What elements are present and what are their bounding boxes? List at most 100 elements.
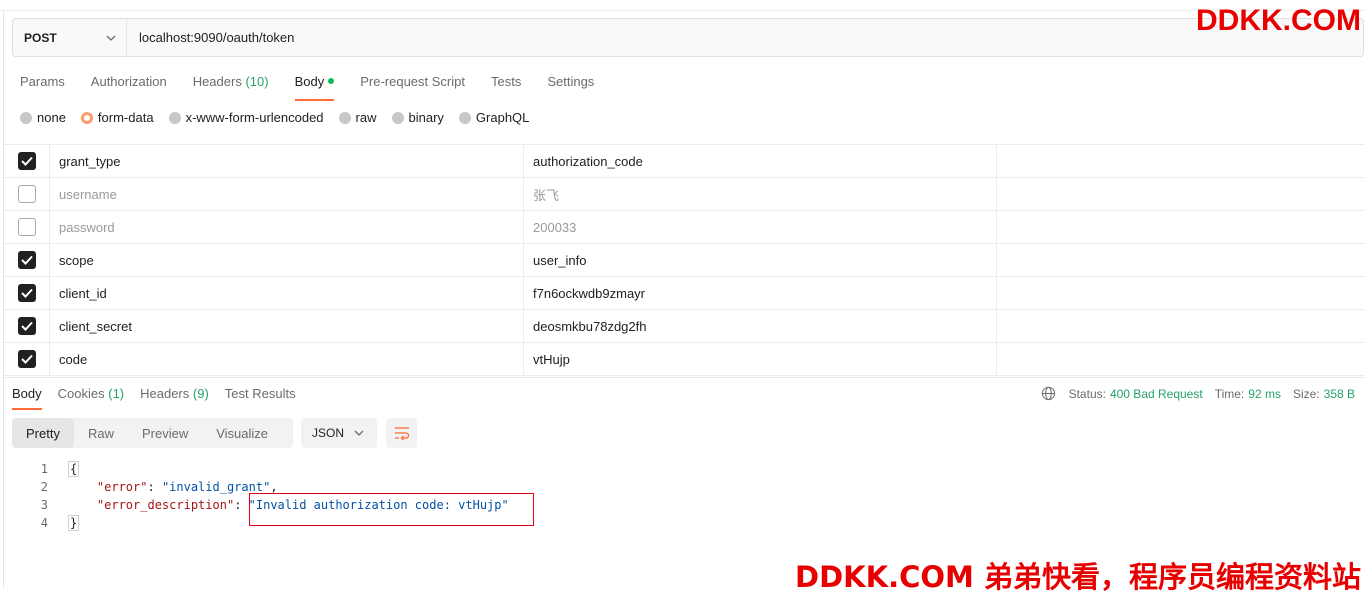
modified-dot-icon — [328, 78, 335, 84]
format-label: JSON — [312, 426, 345, 440]
json-key: "error" — [96, 480, 148, 494]
body-type-form-data[interactable]: form-data — [80, 110, 154, 125]
param-checkbox-cell — [4, 178, 50, 210]
line-number: 2 — [40, 480, 48, 494]
param-description[interactable] — [997, 244, 1365, 276]
response-tab-headers-count: (9) — [192, 386, 209, 401]
param-value[interactable]: authorization_code — [524, 145, 997, 177]
body-type-binary[interactable]: binary — [391, 110, 444, 125]
param-checkbox-cell — [4, 145, 50, 177]
tab-settings[interactable]: Settings — [547, 74, 594, 98]
param-description[interactable] — [997, 178, 1365, 210]
param-value[interactable]: 张飞 — [524, 178, 997, 210]
param-checkbox[interactable] — [17, 317, 36, 335]
body-type-urlencoded[interactable]: x-www-form-urlencoded — [168, 110, 324, 125]
tab-params[interactable]: Params — [20, 74, 65, 98]
checkmark-icon — [20, 354, 33, 364]
param-checkbox[interactable] — [17, 350, 36, 368]
globe-icon[interactable] — [1041, 386, 1056, 401]
param-value[interactable]: user_info — [524, 244, 997, 276]
param-row: client_id f7n6ockwdb9zmayr — [4, 277, 1365, 310]
response-view-bar: Pretty Raw Preview Visualize JSON — [12, 418, 417, 448]
tab-headers[interactable]: Headers (10) — [193, 74, 269, 98]
url-input[interactable]: localhost:9090/oauth/token — [127, 30, 294, 45]
body-type-raw[interactable]: raw — [338, 110, 377, 125]
param-description[interactable] — [997, 145, 1365, 177]
size-value[interactable]: 358 B — [1324, 387, 1355, 401]
body-type-graphql[interactable]: GraphQL — [458, 110, 530, 125]
param-value[interactable]: 200033 — [524, 211, 997, 243]
line-number: 1 — [40, 462, 48, 476]
param-description[interactable] — [997, 343, 1365, 375]
wrap-lines-icon — [394, 427, 409, 440]
param-value[interactable]: f7n6ockwdb9zmayr — [524, 277, 997, 309]
view-raw-button[interactable]: Raw — [74, 418, 128, 448]
response-tab-cookies[interactable]: Cookies (1) — [58, 386, 124, 406]
param-key[interactable]: code — [50, 343, 524, 375]
view-pretty-button[interactable]: Pretty — [12, 418, 74, 448]
param-description[interactable] — [997, 211, 1365, 243]
body-type-label: none — [37, 110, 66, 125]
response-tab-test-results[interactable]: Test Results — [225, 386, 296, 406]
method-select[interactable]: POST — [13, 19, 127, 56]
body-type-none[interactable]: none — [20, 110, 66, 125]
time-value[interactable]: 92 ms — [1248, 387, 1281, 401]
param-row: scope user_info — [4, 244, 1365, 277]
response-tabs: Body Cookies (1) Headers (9) Test Result… — [12, 386, 312, 410]
status-value[interactable]: 400 Bad Request — [1110, 387, 1203, 401]
chevron-down-icon — [106, 35, 116, 41]
format-select[interactable]: JSON — [301, 418, 377, 448]
response-tab-cookies-label: Cookies — [57, 386, 105, 401]
param-checkbox[interactable] — [17, 185, 36, 203]
code-line: 1 { — [12, 460, 509, 478]
param-key[interactable]: password — [50, 211, 524, 243]
param-checkbox-cell — [4, 211, 50, 243]
response-tab-body[interactable]: Body — [12, 386, 42, 410]
param-key[interactable]: grant_type — [50, 145, 524, 177]
tab-body[interactable]: Body — [294, 74, 335, 101]
param-checkbox-cell — [4, 310, 50, 342]
param-value[interactable]: deosmkbu78zdg2fh — [524, 310, 997, 342]
param-checkbox[interactable] — [17, 152, 36, 170]
param-key[interactable]: client_secret — [50, 310, 524, 342]
tab-authorization[interactable]: Authorization — [91, 74, 167, 98]
param-key[interactable]: username — [50, 178, 524, 210]
param-description[interactable] — [997, 310, 1365, 342]
param-key[interactable]: scope — [50, 244, 524, 276]
watermark-top: DDKK.COM — [1196, 4, 1361, 37]
tab-tests[interactable]: Tests — [491, 74, 521, 98]
size-label: Size: — [1292, 386, 1320, 401]
response-divider[interactable] — [4, 377, 1365, 378]
tab-pre-request-script[interactable]: Pre-request Script — [360, 74, 465, 98]
radio-icon — [20, 111, 32, 124]
radio-icon — [458, 111, 471, 124]
param-checkbox[interactable] — [17, 251, 36, 269]
line-number: 4 — [40, 516, 48, 530]
response-status-bar: Status: 400 Bad Request Time: 92 ms Size… — [1041, 386, 1355, 401]
param-checkbox-cell — [4, 277, 50, 309]
code-text: "error": "invalid_grant", — [96, 480, 278, 494]
body-type-label: GraphQL — [475, 110, 530, 125]
tab-headers-label: Headers — [192, 74, 242, 89]
wrap-lines-button[interactable] — [386, 418, 417, 448]
response-tab-cookies-count: (1) — [108, 386, 125, 401]
error-highlight-box — [249, 493, 534, 526]
body-type-label: binary — [408, 110, 444, 125]
param-description[interactable] — [997, 277, 1365, 309]
checkmark-icon — [20, 288, 33, 298]
tab-headers-count: (10) — [245, 74, 269, 89]
view-preview-button[interactable]: Preview — [128, 418, 202, 448]
param-key[interactable]: client_id — [50, 277, 524, 309]
param-checkbox[interactable] — [17, 218, 36, 236]
view-visualize-button[interactable]: Visualize — [202, 418, 282, 448]
checkmark-icon — [20, 321, 33, 331]
param-checkbox[interactable] — [17, 284, 36, 302]
checkmark-icon — [20, 156, 33, 166]
param-checkbox-cell — [4, 343, 50, 375]
response-tab-headers[interactable]: Headers (9) — [140, 386, 209, 406]
param-value[interactable]: vtHujp — [524, 343, 997, 375]
radio-icon — [338, 111, 351, 124]
status-label: Status: — [1068, 386, 1106, 401]
param-row: grant_type authorization_code — [4, 145, 1365, 178]
body-type-label: form-data — [97, 110, 154, 125]
